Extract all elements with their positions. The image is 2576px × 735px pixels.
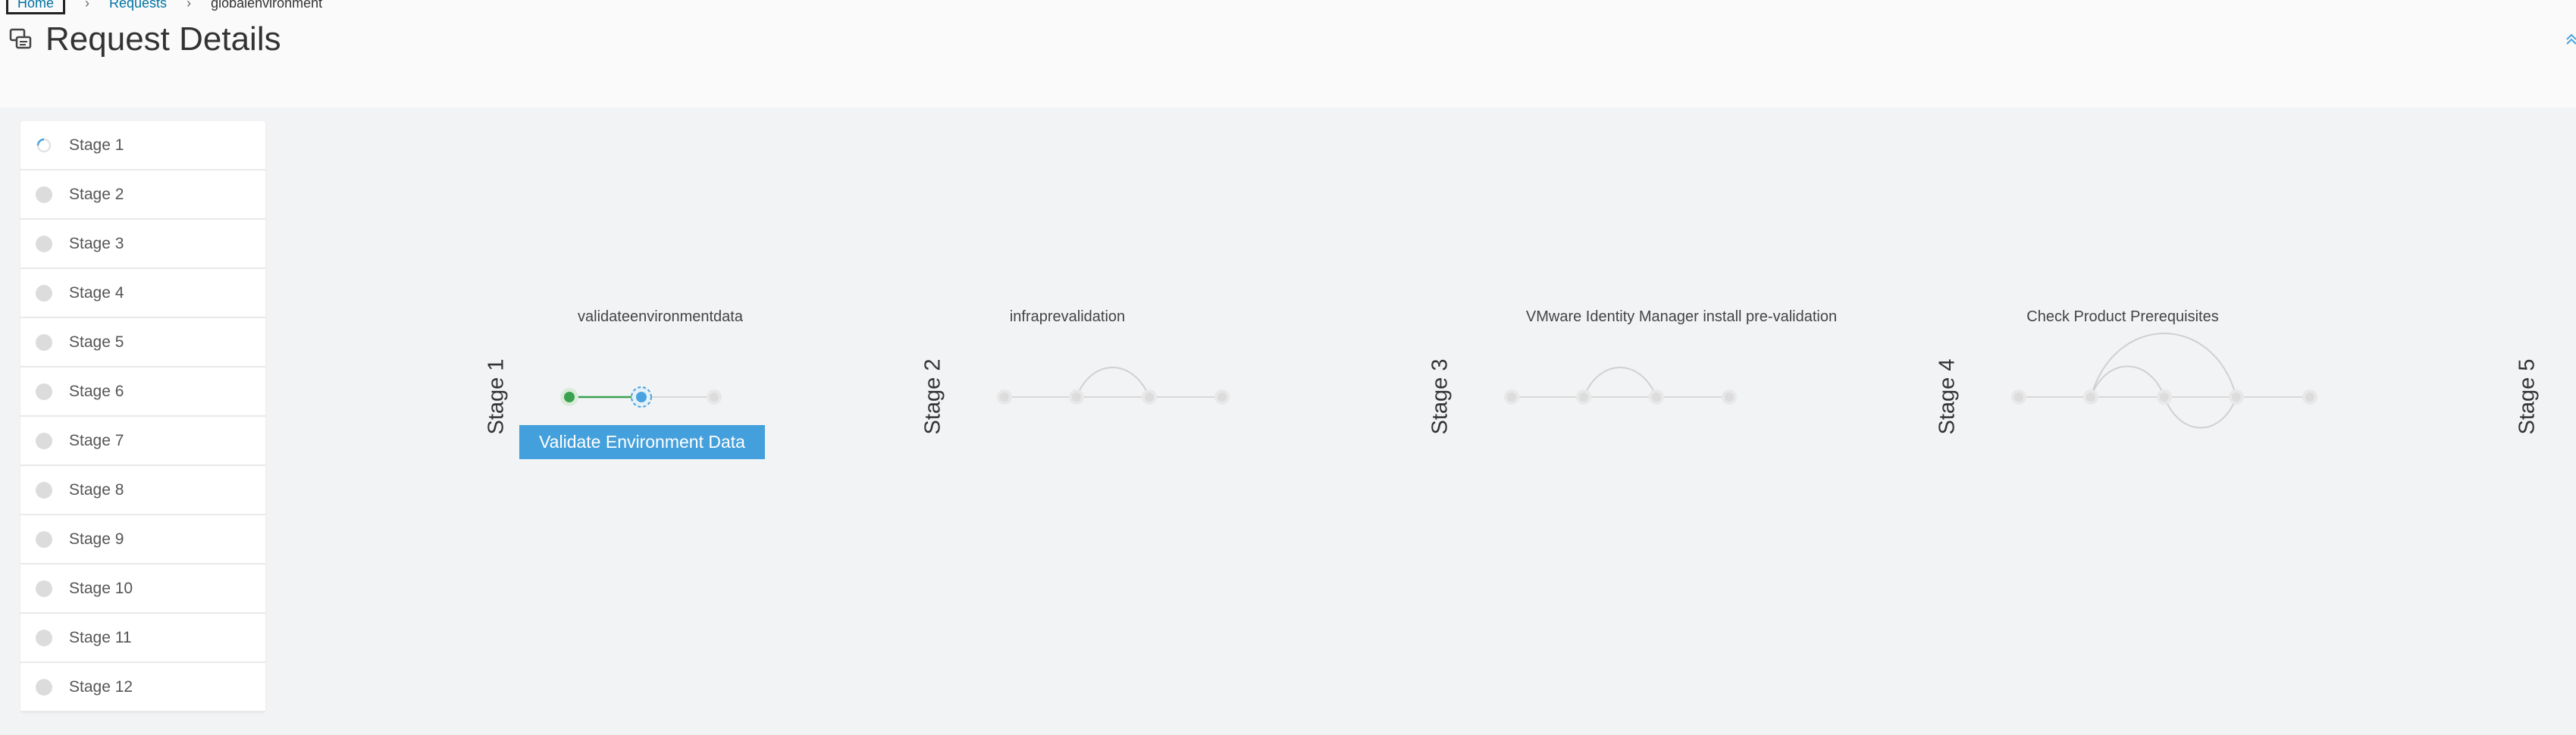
breadcrumb-requests-link[interactable]: Requests: [109, 0, 167, 11]
pipeline-stage-label: Stage 3: [1427, 358, 1453, 435]
task-node-pending[interactable]: [2302, 389, 2317, 405]
request-icon: [9, 28, 32, 49]
task-node-pending[interactable]: [1649, 389, 1664, 405]
task-node-pending[interactable]: [1504, 389, 1519, 405]
task-node-pending[interactable]: [1214, 389, 1230, 405]
breadcrumb-current: globalenvironment: [211, 0, 323, 11]
pipeline-stage-label: Stage 2: [920, 358, 945, 435]
breadcrumb-home-link[interactable]: Home: [6, 0, 66, 14]
task-node-pending[interactable]: [1722, 389, 1737, 405]
task-node-pending[interactable]: [1069, 389, 1084, 405]
collapse-up-icon[interactable]: [2564, 30, 2576, 48]
task-group-title: validateenvironmentdata: [578, 308, 743, 325]
task-node-pending[interactable]: [2157, 389, 2172, 405]
task-node-pending[interactable]: [1576, 389, 1591, 405]
task-node-pending[interactable]: [2229, 389, 2244, 405]
pipeline-svg: [560, 333, 2317, 429]
task-tooltip: Validate Environment Data: [519, 425, 765, 459]
pipeline-graph: Stage 1 Stage 2 Stage 3 Stage 4 Stage 5 …: [0, 108, 2576, 735]
page-title-text: Request Details: [45, 20, 281, 58]
chevron-right-icon: ›: [85, 0, 90, 11]
breadcrumb: Home › Requests › globalenvironment: [6, 0, 322, 14]
chevron-right-icon: ›: [186, 0, 192, 11]
pipeline-stage-label: Stage 4: [1935, 358, 1960, 435]
task-group-title: infraprevalidation: [1009, 308, 1126, 325]
task-node-pending[interactable]: [2011, 389, 2026, 405]
task-node-pending[interactable]: [997, 389, 1012, 405]
task-node-pending[interactable]: [1142, 389, 1157, 405]
page-title: Request Details: [8, 17, 281, 62]
task-group-title: VMware Identity Manager install pre-vali…: [1525, 308, 1838, 325]
pipeline-stage-label: Stage 1: [484, 358, 509, 435]
pipeline-stage-label: Stage 5: [2515, 358, 2540, 435]
header-bar: Home › Requests › globalenvironment Requ…: [0, 0, 2576, 109]
task-node-pending[interactable]: [2083, 389, 2098, 405]
task-group-title: Check Product Prerequisites: [2026, 308, 2219, 325]
